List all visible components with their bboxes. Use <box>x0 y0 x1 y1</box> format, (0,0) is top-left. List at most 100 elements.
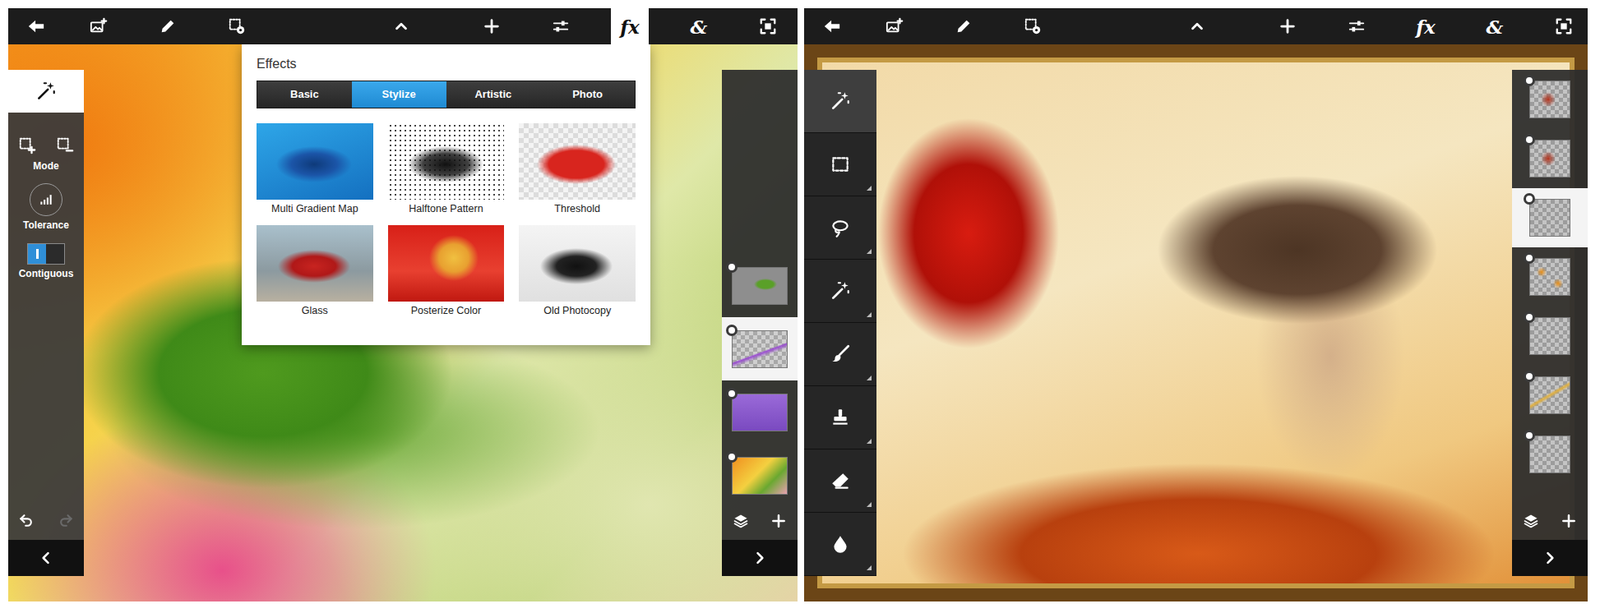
wand-icon <box>829 280 851 302</box>
layer-visibility-dot[interactable] <box>1523 74 1536 87</box>
layer-visibility-dot[interactable] <box>726 451 738 463</box>
contiguous-toggle[interactable] <box>27 243 65 265</box>
effects-tab[interactable]: Photo <box>540 81 635 108</box>
collapse-tools-button[interactable] <box>8 540 84 577</box>
add-image-button[interactable] <box>860 8 930 45</box>
toolbar-label-box: & <box>679 8 718 45</box>
toolbar-spacer <box>435 8 458 45</box>
rect-select-icon <box>829 153 851 176</box>
layer-item[interactable] <box>721 443 798 508</box>
fit-screen-button[interactable] <box>733 8 798 45</box>
mode-button[interactable] <box>14 134 40 158</box>
layer-item[interactable] <box>1512 69 1588 130</box>
effect-item[interactable]: Glass <box>256 225 374 319</box>
layer-visibility-dot[interactable] <box>726 261 738 273</box>
layer-item[interactable] <box>721 380 798 444</box>
active-tool-button[interactable] <box>8 69 84 113</box>
undo-button[interactable] <box>13 508 39 532</box>
add-layer-button[interactable] <box>1560 513 1577 536</box>
layer-item[interactable] <box>1512 425 1588 485</box>
effects-tab[interactable]: Basic <box>257 81 352 108</box>
flyout-indicator <box>866 375 872 381</box>
screenshots: fx&ModeToleranceContiguousEffectsBasicSt… <box>0 0 1600 602</box>
layer-thumbnail <box>1529 139 1571 178</box>
selection-settings-icon <box>217 8 256 45</box>
tool-button[interactable] <box>804 386 877 450</box>
layer-item[interactable] <box>1512 247 1588 307</box>
effects-tab[interactable]: Stylize <box>351 81 447 108</box>
collapse-layers-button[interactable] <box>721 540 798 577</box>
canvas-photo[interactable] <box>804 44 1588 602</box>
collapse-layers-button[interactable] <box>1512 540 1588 577</box>
fit-screen-icon <box>749 8 787 45</box>
back-button[interactable] <box>8 8 65 45</box>
layer-item[interactable] <box>1512 365 1588 426</box>
layer-thumbnail <box>1529 80 1571 119</box>
add-image-button[interactable] <box>64 8 134 45</box>
toolbar: fx& <box>8 8 798 45</box>
selection-settings-button[interactable] <box>998 8 1068 45</box>
tolerance-button[interactable] <box>29 183 63 217</box>
layer-visibility-dot[interactable] <box>1523 252 1536 264</box>
canvas-photo[interactable]: ModeToleranceContiguousEffectsBasicStyli… <box>8 44 798 602</box>
tool-button[interactable] <box>804 196 877 260</box>
redo-button[interactable] <box>53 508 79 532</box>
layer-item[interactable] <box>1512 188 1588 248</box>
layer-visibility-dot[interactable] <box>1523 430 1536 442</box>
mode-button[interactable] <box>52 134 78 158</box>
pencil-button[interactable] <box>133 8 203 45</box>
toolbar-text-button[interactable]: fx <box>595 8 665 45</box>
effect-label: Halftone Pattern <box>408 203 483 217</box>
caret-up-button[interactable] <box>1162 8 1232 45</box>
sliders-button[interactable] <box>1322 8 1392 45</box>
layers-button[interactable] <box>732 513 750 536</box>
tab-label: Stylize <box>382 86 417 103</box>
tool-button[interactable] <box>804 323 877 387</box>
flyout-indicator <box>866 312 872 318</box>
toolbar-text-button[interactable]: & <box>1460 8 1530 45</box>
caret-up-button[interactable] <box>366 8 436 45</box>
effects-tab[interactable]: Artistic <box>446 81 542 108</box>
tool-button[interactable] <box>804 133 877 197</box>
toolbar-text-button[interactable]: fx <box>1391 8 1461 45</box>
layer-actions <box>1512 507 1588 541</box>
sliders-button[interactable] <box>526 8 596 45</box>
layers-button[interactable] <box>1522 513 1540 536</box>
lasso-icon <box>829 217 851 239</box>
layer-visibility-dot[interactable] <box>1523 193 1536 205</box>
stamp-icon <box>829 406 851 429</box>
selection-settings-button[interactable] <box>202 8 272 45</box>
layer-visibility-dot[interactable] <box>726 324 738 337</box>
effect-item[interactable]: Multi Gradient Map <box>256 123 374 217</box>
layer-item[interactable] <box>721 254 798 318</box>
plus-icon <box>770 513 787 530</box>
tolerance-icon <box>37 191 55 209</box>
plus-button[interactable] <box>457 8 527 45</box>
layer-visibility-dot[interactable] <box>1523 134 1536 146</box>
tool-button[interactable] <box>804 69 877 134</box>
caret-up-icon <box>1178 8 1217 45</box>
plus-button[interactable] <box>1253 8 1323 45</box>
layer-item[interactable] <box>1512 306 1588 366</box>
effect-item[interactable]: Halftone Pattern <box>388 123 505 217</box>
tool-button[interactable] <box>804 449 877 514</box>
effect-item[interactable]: Old Photocopy <box>518 225 636 319</box>
fit-screen-button[interactable] <box>1529 8 1588 45</box>
contiguous-label: Contiguous <box>18 268 74 280</box>
effect-item[interactable]: Posterize Color <box>388 225 505 319</box>
toolbar-text-button[interactable]: & <box>664 8 734 45</box>
layer-item[interactable] <box>721 317 798 381</box>
layer-item[interactable] <box>1512 129 1588 189</box>
layer-visibility-dot[interactable] <box>1523 311 1536 324</box>
toolbar-spacer <box>271 8 367 45</box>
pencil-button[interactable] <box>929 8 999 45</box>
back-icon <box>813 8 851 45</box>
effect-item[interactable]: Threshold <box>518 123 636 217</box>
tool-button[interactable] <box>804 513 877 577</box>
add-layer-button[interactable] <box>770 513 787 536</box>
effects-tabs: Basic Stylize ArtisticPhoto <box>256 80 636 109</box>
layer-visibility-dot[interactable] <box>726 388 738 400</box>
layer-visibility-dot[interactable] <box>1523 370 1536 383</box>
back-button[interactable] <box>804 8 861 45</box>
tool-button[interactable] <box>804 259 877 324</box>
